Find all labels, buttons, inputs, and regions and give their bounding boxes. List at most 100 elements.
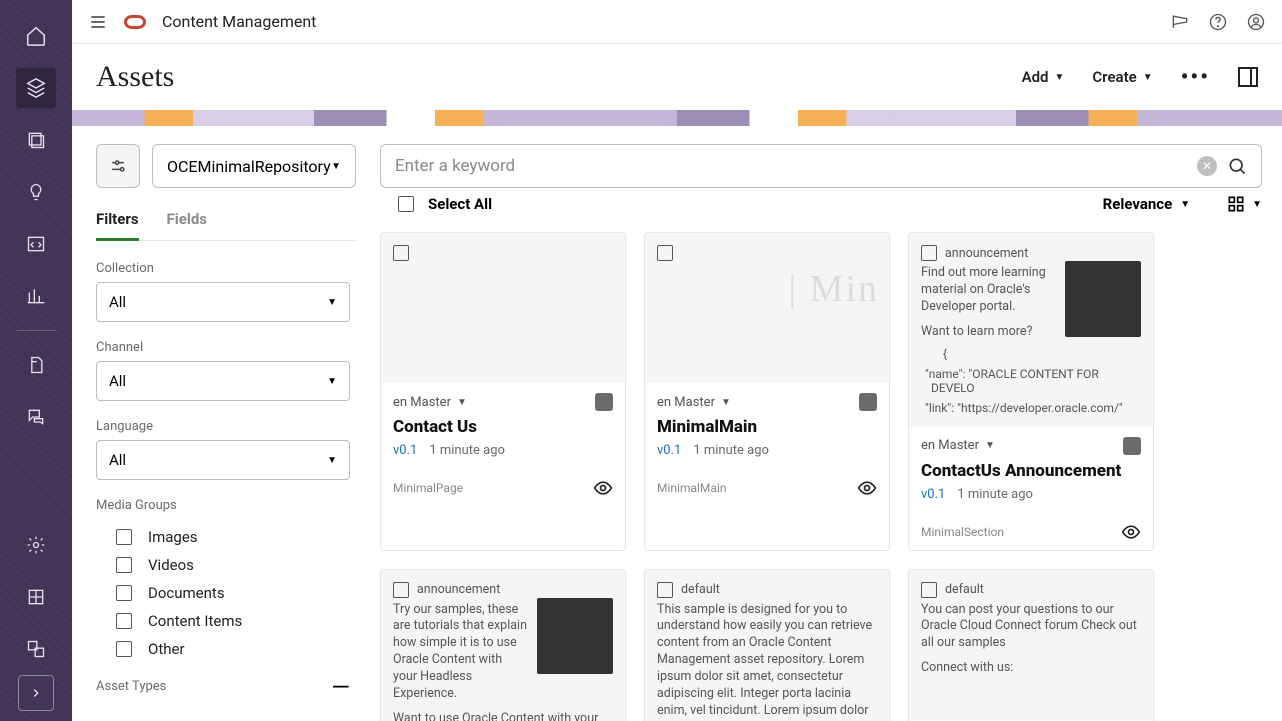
results-grid[interactable]: en Master ▼ Contact Us v0.1 1 minute ago Mini…	[380, 232, 1262, 721]
card-watermark: | Min	[789, 267, 879, 311]
card-checkbox[interactable]	[393, 245, 409, 261]
create-button[interactable]: Create▼	[1092, 68, 1152, 86]
filters-tab[interactable]: Filters	[96, 210, 139, 241]
decor-strip	[72, 110, 1282, 126]
nav-collab[interactable]	[16, 629, 56, 669]
card-preview: announcementTry our samples, these are t…	[381, 570, 625, 721]
card-snippet: Want to use Oracle Content with your Hea…	[393, 711, 613, 721]
card-version[interactable]: v0.1	[921, 487, 945, 502]
card-language[interactable]: en Master	[657, 395, 715, 410]
help-icon[interactable]	[1208, 12, 1228, 32]
card-checkbox[interactable]	[921, 582, 937, 598]
search-icon[interactable]	[1227, 156, 1247, 176]
clear-search-icon[interactable]: ✕	[1197, 156, 1217, 176]
page-header: Assets Add▼ Create▼ •••	[72, 44, 1282, 110]
card-body: en Master▼Contact Usv0.11 minute agoMini…	[381, 383, 625, 506]
hamburger-button[interactable]	[88, 12, 108, 32]
channel-select[interactable]: All▼	[96, 361, 350, 401]
nav-integrations[interactable]	[16, 577, 56, 617]
card-snippet: This sample is designed for you to under…	[657, 602, 877, 721]
card-thumbnail	[1065, 261, 1141, 337]
topbar: Content Management	[72, 0, 1282, 44]
page-title: Assets	[96, 60, 174, 94]
card-tag: default	[681, 582, 720, 597]
media-other[interactable]: Other	[96, 635, 350, 663]
card-status-icon	[859, 393, 877, 411]
media-content-items[interactable]: Content Items	[96, 607, 350, 635]
card-snippet: Connect with us:	[921, 660, 1141, 677]
card-time: 1 minute ago	[957, 487, 1033, 502]
preview-icon[interactable]	[1121, 522, 1141, 542]
card-status-icon	[1123, 437, 1141, 455]
side-panel-toggle[interactable]	[1238, 67, 1258, 87]
search-input[interactable]	[395, 156, 1187, 176]
card-version[interactable]: v0.1	[657, 443, 681, 458]
sort-button[interactable]: Relevance▼	[1103, 195, 1190, 213]
nav-recommendations[interactable]	[16, 172, 56, 212]
user-icon[interactable]	[1246, 12, 1266, 32]
nav-admin[interactable]	[16, 525, 56, 565]
view-mode-button[interactable]: ▼	[1226, 194, 1262, 214]
repository-select[interactable]: OCEMinimalRepository ▼	[152, 144, 356, 188]
preview-icon[interactable]	[857, 478, 877, 498]
card-version[interactable]: v0.1	[393, 443, 417, 458]
card-snippet: You can post your questions to our Oracl…	[921, 602, 1141, 653]
language-select[interactable]: All▼	[96, 440, 350, 480]
add-button[interactable]: Add▼	[1022, 68, 1065, 86]
asset-card[interactable]: announcementFind out more learning mater…	[908, 232, 1154, 551]
fields-tab[interactable]: Fields	[167, 210, 207, 240]
chevron-down-icon: ▼	[457, 397, 467, 408]
card-type: MinimalMain	[657, 481, 726, 495]
asset-card[interactable]: defaultYou can post your questions to ou…	[908, 569, 1154, 721]
card-checkbox[interactable]	[657, 245, 673, 261]
card-preview: default This sample is designed for you t…	[645, 570, 889, 721]
asset-card[interactable]: en Master▼Contact Usv0.11 minute agoMini…	[380, 232, 626, 551]
card-checkbox[interactable]	[921, 245, 937, 261]
channel-label: Channel	[96, 340, 350, 355]
nav-documents[interactable]	[16, 345, 56, 385]
chevron-down-icon: ▼	[985, 440, 995, 451]
card-tag: announcement	[417, 582, 500, 597]
media-groups-label: Media Groups	[96, 498, 350, 513]
nav-analytics[interactable]	[16, 276, 56, 316]
card-tag: announcement	[945, 246, 1028, 261]
card-language[interactable]: en Master	[921, 438, 979, 453]
oracle-logo	[124, 15, 146, 29]
nav-rail	[0, 0, 72, 721]
card-title: MinimalMain	[657, 417, 877, 437]
card-checkbox[interactable]	[393, 582, 409, 598]
collection-select[interactable]: All▼	[96, 282, 350, 322]
media-images[interactable]: Images	[96, 523, 350, 551]
rail-expand-button[interactable]	[18, 675, 54, 711]
language-label: Language	[96, 419, 350, 434]
asset-card[interactable]: default This sample is designed for you t…	[644, 569, 890, 721]
asset-card[interactable]: announcementTry our samples, these are t…	[380, 569, 626, 721]
card-preview: announcementFind out more learning mater…	[909, 233, 1153, 427]
filters-scroll[interactable]: Collection All▼ Channel All▼ Language Al…	[96, 259, 356, 721]
chevron-down-icon: ▼	[721, 397, 731, 408]
preview-icon[interactable]	[593, 478, 613, 498]
card-title: Contact Us	[393, 417, 613, 437]
card-preview	[381, 233, 625, 383]
asset-card[interactable]: | Minen Master▼MinimalMainv0.11 minute a…	[644, 232, 890, 551]
card-type: MinimalPage	[393, 481, 463, 495]
nav-developer[interactable]	[16, 224, 56, 264]
card-language[interactable]: en Master	[393, 395, 451, 410]
nav-assets[interactable]	[16, 68, 56, 108]
card-preview: | Min	[645, 233, 889, 383]
card-checkbox[interactable]	[657, 582, 673, 598]
select-all-checkbox[interactable]	[398, 196, 414, 212]
nav-home[interactable]	[16, 16, 56, 56]
nav-conversations[interactable]	[16, 397, 56, 437]
media-videos[interactable]: Videos	[96, 551, 350, 579]
asset-types-collapse[interactable]: —	[331, 682, 350, 692]
card-status-icon	[595, 393, 613, 411]
announcements-icon[interactable]	[1170, 12, 1190, 32]
more-actions-button[interactable]: •••	[1181, 65, 1210, 90]
filter-panel-toggle[interactable]	[96, 144, 140, 188]
media-documents[interactable]: Documents	[96, 579, 350, 607]
nav-sites[interactable]	[16, 120, 56, 160]
card-body: en Master▼ContactUs Announcementv0.11 mi…	[909, 427, 1153, 550]
card-type: MinimalSection	[921, 525, 1004, 539]
asset-types-label: Asset Types	[96, 679, 166, 694]
